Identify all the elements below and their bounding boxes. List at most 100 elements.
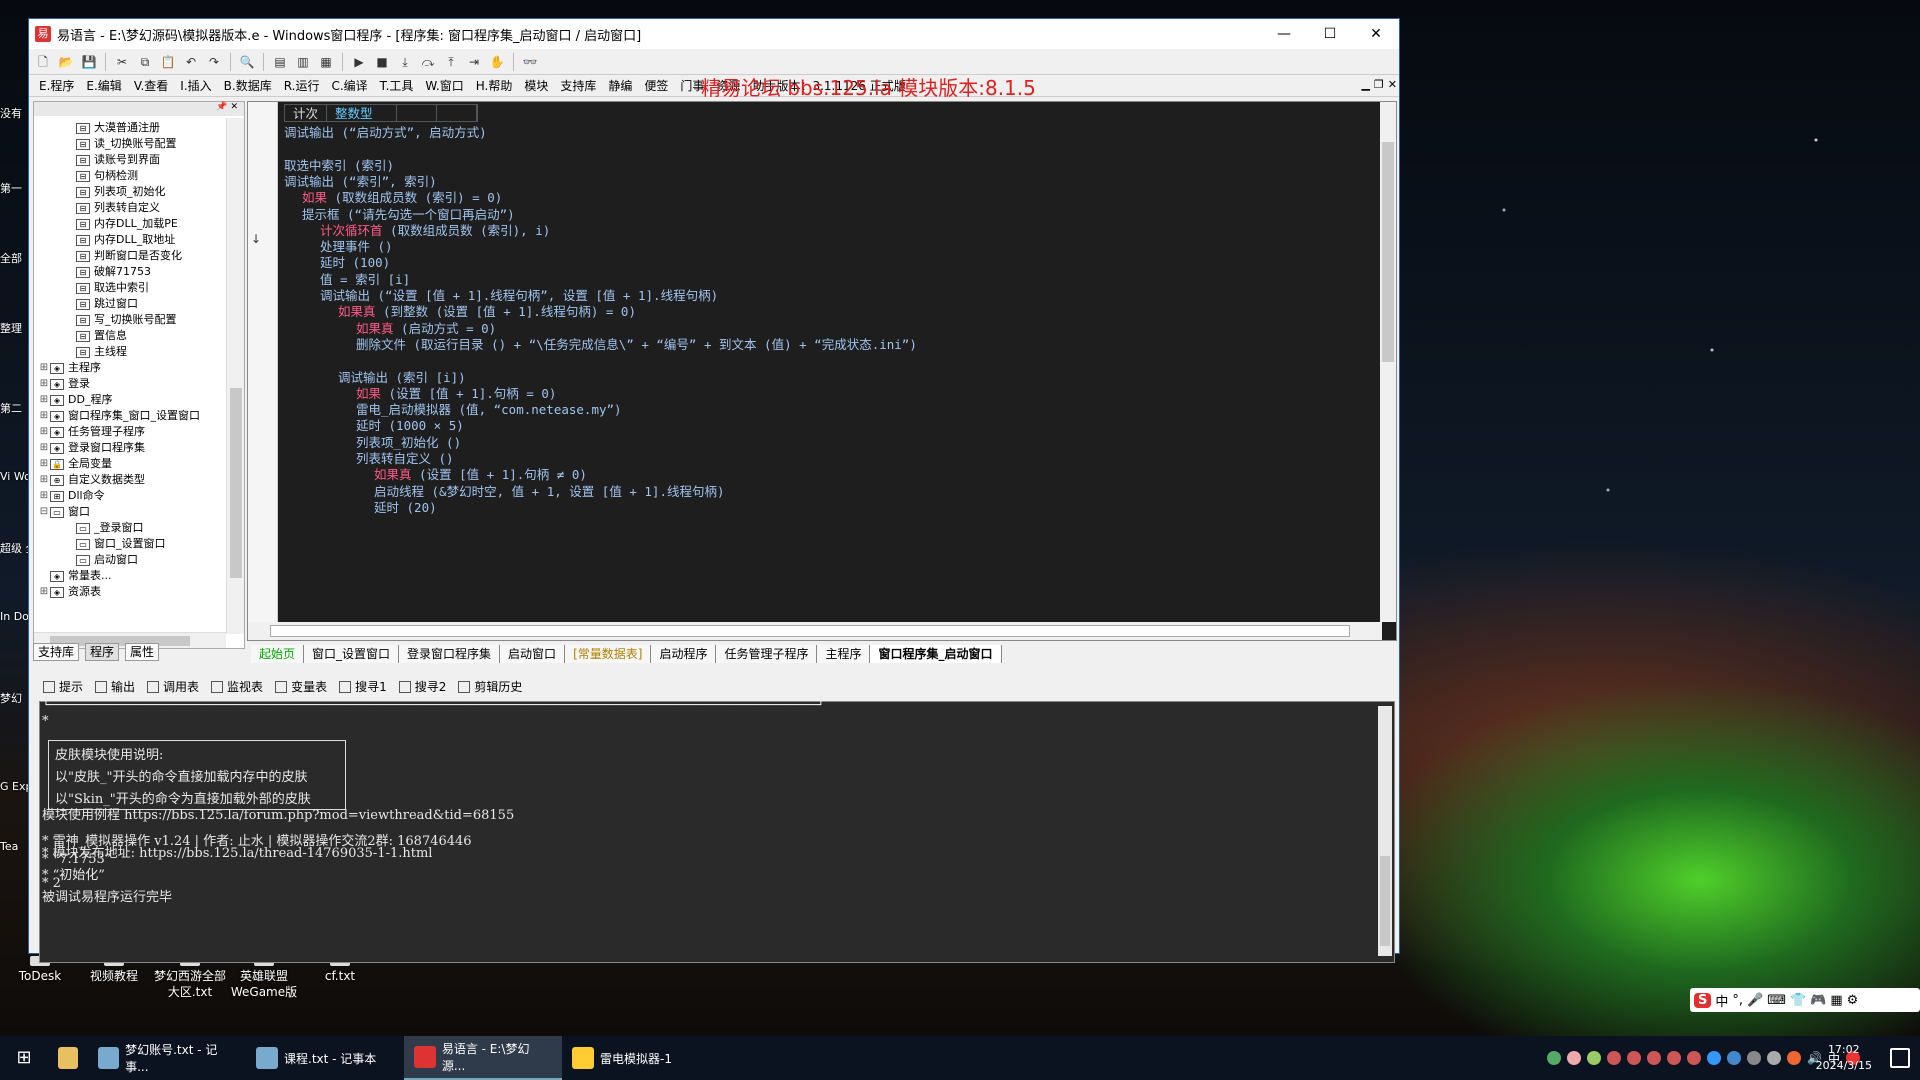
- taskbar-app-button[interactable]: 易语言 - E:\梦幻源...: [404, 1036, 562, 1080]
- ime-skin-icon[interactable]: 👕: [1790, 993, 1806, 1008]
- editor-tab[interactable]: [常量数据表]: [565, 645, 652, 663]
- desktop-label[interactable]: 全部: [0, 250, 28, 266]
- tray-icon[interactable]: [1587, 1051, 1602, 1065]
- menu-item[interactable]: H.帮助: [470, 77, 519, 94]
- tray-icon[interactable]: [1567, 1051, 1582, 1065]
- editor-horizontal-scrollbar[interactable]: [248, 622, 1382, 640]
- bottom-tab[interactable]: 提示: [43, 678, 83, 695]
- scroll-thumb[interactable]: [1382, 142, 1394, 362]
- taskbar-app-button[interactable]: 梦幻账号.txt - 记事...: [88, 1036, 246, 1080]
- menu-item[interactable]: 静编: [602, 77, 638, 94]
- code-line[interactable]: 值 = 索引 [i]: [320, 271, 410, 289]
- bottom-tab[interactable]: 搜寻2: [398, 678, 446, 695]
- tree-vertical-scrollbar[interactable]: [226, 118, 244, 634]
- editor-tab[interactable]: 窗口程序集_启动窗口: [870, 645, 1002, 663]
- code-line[interactable]: 提示框 (“请先勾选一个窗口再启动”): [302, 206, 515, 224]
- tree-item[interactable]: ⊟ 判断窗口是否变化: [34, 248, 226, 264]
- menu-item[interactable]: B.数据库: [218, 77, 278, 94]
- mdi-close-icon[interactable]: ✕: [1388, 78, 1397, 91]
- tree-item[interactable]: ⊟ ▭ 窗口: [34, 504, 226, 520]
- tray-icon[interactable]: [1647, 1051, 1662, 1065]
- code-line[interactable]: 如果真 (设置 [值 + 1].句柄 ≠ 0): [374, 466, 587, 484]
- tree-item[interactable]: ⊟ 置信息: [34, 328, 226, 344]
- expand-toggle-icon[interactable]: ⊞: [38, 376, 50, 392]
- code-line[interactable]: 删除文件 (取运行目录 () + “\任务完成信息\” + “编号” + 到文本…: [356, 336, 917, 354]
- tree-item[interactable]: ⊟ 跳过窗口: [34, 296, 226, 312]
- scroll-thumb[interactable]: [1380, 856, 1390, 946]
- code-line[interactable]: 调试输出 (“索引”, 索引): [284, 173, 437, 191]
- notification-icon[interactable]: [1890, 1048, 1910, 1068]
- tree-item[interactable]: ⊟ 列表项_初始化: [34, 184, 226, 200]
- expand-toggle-icon[interactable]: ⊞: [38, 424, 50, 440]
- desktop-label[interactable]: 第一: [0, 180, 28, 196]
- menu-item[interactable]: 便签: [638, 77, 674, 94]
- expand-toggle-icon[interactable]: ⊞: [38, 408, 50, 424]
- tree-item[interactable]: ⊞ ◈ DD_程序: [34, 392, 226, 408]
- desktop-label[interactable]: Tea: [0, 840, 28, 853]
- menu-item[interactable]: C.编译: [325, 77, 373, 94]
- code-line[interactable]: 调试输出 (索引 [i]): [338, 369, 466, 387]
- tree-item[interactable]: ⊟ 主线程: [34, 344, 226, 360]
- code-line[interactable]: 如果真 (启动方式 = 0): [356, 320, 496, 338]
- menu-item[interactable]: T.工具: [374, 77, 420, 94]
- bottom-tab[interactable]: 输出: [95, 678, 135, 695]
- desktop-label[interactable]: 第二: [0, 400, 28, 416]
- menu-item[interactable]: R.运行: [278, 77, 326, 94]
- expand-toggle-icon[interactable]: ⊞: [38, 472, 50, 488]
- tree-item[interactable]: ⊞ ⊞ Dll命令: [34, 488, 226, 504]
- output-panel[interactable]: └───────────────────────────────────────…: [39, 698, 1395, 963]
- desktop-label[interactable]: 整理: [0, 320, 28, 336]
- code-line[interactable]: 延时 (1000 × 5): [356, 417, 464, 435]
- shield-icon[interactable]: [1727, 1051, 1742, 1065]
- code-line[interactable]: 启动线程 (&梦幻时空, 值 + 1, 设置 [值 + 1].线程句柄): [374, 483, 725, 501]
- output-scrollbar[interactable]: [1378, 706, 1392, 956]
- ime-grid-icon[interactable]: ▦: [1830, 993, 1842, 1008]
- menu-item[interactable]: 模块: [518, 77, 554, 94]
- tree-item[interactable]: ⊟ 内存DLL_取地址: [34, 232, 226, 248]
- desktop-label[interactable]: 没有: [0, 105, 28, 121]
- ime-mic-icon[interactable]: 🎤: [1747, 993, 1763, 1008]
- save-icon[interactable]: 💾: [79, 52, 99, 72]
- copy-icon[interactable]: ⧉: [135, 52, 155, 72]
- tree-item[interactable]: ▭ _登录窗口: [34, 520, 226, 536]
- ime-keyboard-icon[interactable]: ⌨: [1767, 993, 1786, 1008]
- cut-icon[interactable]: ✂: [112, 52, 132, 72]
- run-to-cursor-icon[interactable]: ⇥: [464, 52, 484, 72]
- mdi-restore-icon[interactable]: ❐: [1374, 78, 1384, 91]
- expand-toggle-icon[interactable]: ⊞: [38, 440, 50, 456]
- ime-toolbar[interactable]: S 中 °, 🎤 ⌨ 👕 🎮 ▦ ⚙: [1690, 988, 1920, 1012]
- tree-item[interactable]: ⊞ 🔒 全局变量: [34, 456, 226, 472]
- tree-item[interactable]: ⊞ ◈ 任务管理子程序: [34, 424, 226, 440]
- code-line[interactable]: 计次循环首 (取数组成员数 (索引), i): [320, 222, 550, 240]
- tray-icon[interactable]: [1627, 1051, 1642, 1065]
- expand-toggle-icon[interactable]: ⊞: [38, 456, 50, 472]
- hand-icon[interactable]: ✋: [487, 52, 507, 72]
- code-line[interactable]: 列表项_初始化 (): [356, 434, 461, 452]
- tree-item[interactable]: ▭ 启动窗口: [34, 552, 226, 568]
- code-line[interactable]: 如果 (设置 [值 + 1].句柄 = 0): [356, 385, 556, 403]
- editor-tab[interactable]: 启动窗口: [500, 645, 566, 663]
- code-line[interactable]: 如果真 (到整数 (设置 [值 + 1].线程句柄) = 0): [338, 303, 636, 321]
- editor-tab[interactable]: 起始页: [251, 645, 305, 663]
- run-icon[interactable]: ▶: [349, 52, 369, 72]
- menu-item[interactable]: E.程序: [33, 77, 80, 94]
- editor-tab[interactable]: 任务管理子程序: [716, 645, 818, 663]
- scroll-thumb[interactable]: [230, 388, 242, 578]
- desktop-label[interactable]: Vi Wo: [0, 470, 28, 483]
- tray-icon[interactable]: [1547, 1051, 1562, 1065]
- find-icon[interactable]: 🔍: [237, 52, 257, 72]
- left-tab[interactable]: 属性: [125, 643, 160, 661]
- tray-icon[interactable]: [1787, 1051, 1802, 1065]
- expand-toggle-icon[interactable]: ⊞: [38, 392, 50, 408]
- menu-item[interactable]: I.插入: [174, 77, 217, 94]
- scroll-thumb[interactable]: [270, 625, 1350, 637]
- tree-item[interactable]: ⊞ ◈ 登录: [34, 376, 226, 392]
- stop-icon[interactable]: ■: [372, 52, 392, 72]
- expand-toggle-icon[interactable]: ⊟: [38, 504, 50, 520]
- code-line[interactable]: 取选中索引 (索引): [284, 157, 394, 175]
- taskbar-app-button[interactable]: 雷电模拟器-1: [562, 1036, 720, 1080]
- layout1-icon[interactable]: ▤: [270, 52, 290, 72]
- bottom-tab[interactable]: 搜寻1: [339, 678, 387, 695]
- mdi-minimize-icon[interactable]: ▁: [1361, 78, 1369, 91]
- minimize-button[interactable]: —: [1261, 19, 1307, 49]
